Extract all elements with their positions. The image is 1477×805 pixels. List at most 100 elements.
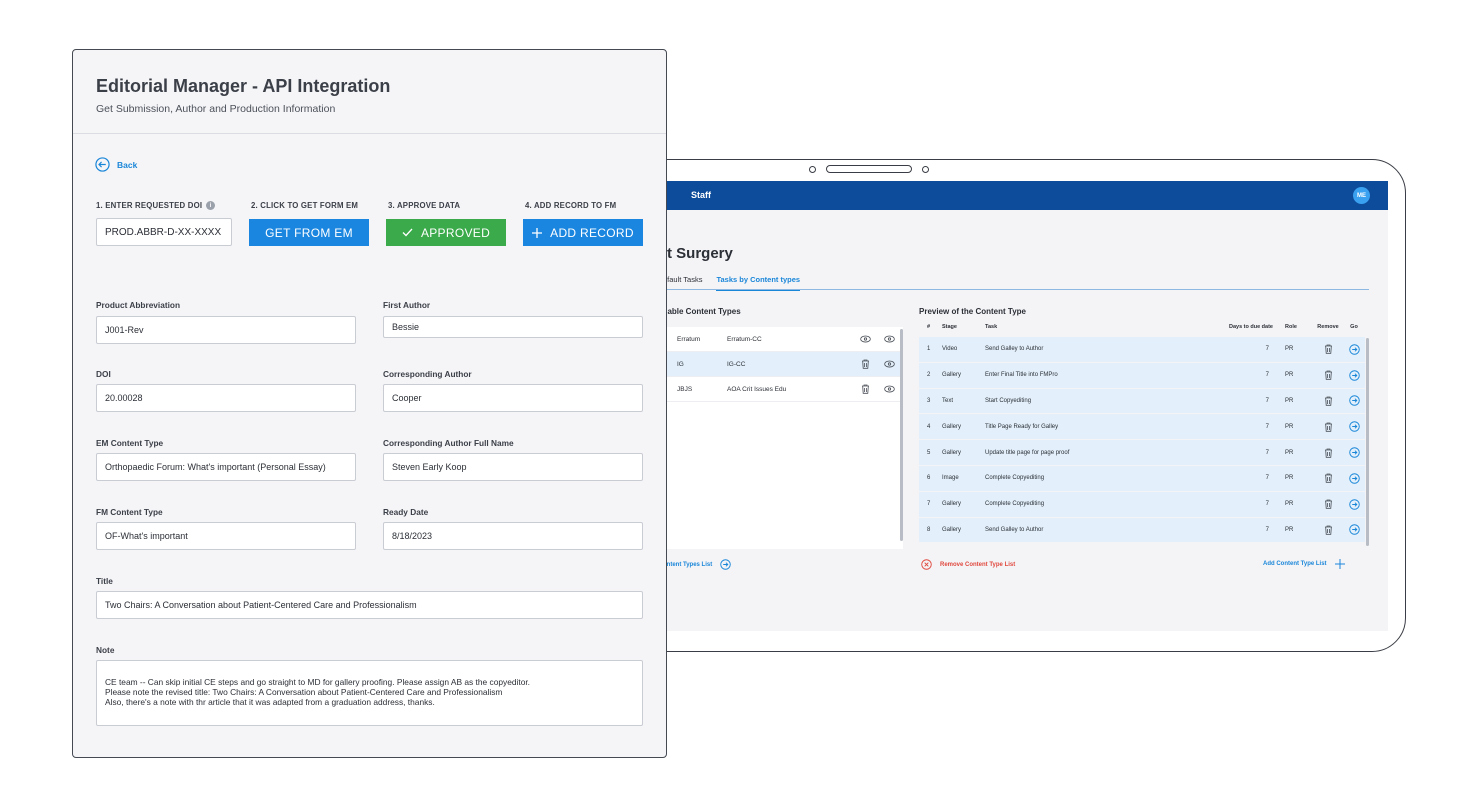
row-stage: Video xyxy=(942,346,958,353)
remove-content-type-list-button[interactable]: Remove Content Type List xyxy=(921,559,1015,570)
tablet-screen: Staff ME t Surgery efault Tasks Tasks by… xyxy=(601,181,1388,631)
corresponding-author-full-name-field[interactable] xyxy=(383,453,643,481)
row-days: 7 xyxy=(1265,449,1269,456)
table-row[interactable]: 2 Gallery Enter Final Title into FMPro 7 PR xyxy=(919,362,1365,389)
table-row[interactable]: 4 Gallery Title Page Ready for Galley 7 PR xyxy=(919,414,1365,441)
content-code: Erratum xyxy=(677,335,701,343)
table-row[interactable]: 6 Image Complete Copyediting 7 PR xyxy=(919,465,1365,492)
step-3-label: 3. APPROVE DATA xyxy=(388,201,461,210)
row-days: 7 xyxy=(1265,475,1269,482)
step-2-label: 2. CLICK TO GET FORM EM xyxy=(251,201,359,210)
arrow-left-circle-icon xyxy=(95,157,110,172)
row-number: 1 xyxy=(927,346,931,353)
back-label: Back xyxy=(117,159,138,170)
arrow-right-circle-icon[interactable] xyxy=(720,559,731,570)
table-row[interactable]: 3 Text Start Copyediting 7 PR xyxy=(919,388,1365,415)
row-task: Send Galley to Author xyxy=(985,526,1044,533)
add-record-button[interactable]: ADD RECORD xyxy=(523,219,643,246)
close-circle-icon xyxy=(921,559,932,570)
preview-title: Preview of the Content Type xyxy=(919,307,1026,316)
arrow-right-circle-icon[interactable] xyxy=(1343,498,1365,510)
content-types-list-link[interactable]: ontent Types List xyxy=(663,559,731,570)
eye-icon[interactable] xyxy=(877,385,901,393)
row-role: PR xyxy=(1285,501,1294,508)
ready-date-field[interactable] xyxy=(383,522,643,550)
row-number: 4 xyxy=(927,423,931,430)
trash-icon[interactable] xyxy=(1313,499,1343,509)
doi-field[interactable] xyxy=(96,384,356,412)
title-field[interactable] xyxy=(96,591,643,619)
arrow-right-circle-icon[interactable] xyxy=(1343,344,1365,355)
arrow-right-circle-icon[interactable] xyxy=(1343,395,1365,407)
add-content-type-list-button[interactable]: Add Content Type List xyxy=(1263,559,1345,569)
arrow-right-circle-icon[interactable] xyxy=(1343,369,1365,381)
note-textarea[interactable]: CE team -- Can skip initial CE steps and… xyxy=(96,660,643,726)
available-content-types-title: ilable Content Types xyxy=(663,307,741,316)
row-role: PR xyxy=(1285,372,1294,379)
arrow-right-circle-icon[interactable] xyxy=(1343,421,1365,433)
trash-icon[interactable] xyxy=(1313,370,1343,380)
corresponding-author-label: Corresponding Author xyxy=(383,369,472,379)
row-task: Complete Copyediting xyxy=(985,475,1045,482)
note-line: Please note the revised title: Two Chair… xyxy=(105,687,503,697)
row-task: Start Copyediting xyxy=(985,397,1032,404)
row-task: Title Page Ready for Galley xyxy=(985,423,1059,430)
row-stage: Gallery xyxy=(942,423,962,430)
row-days: 7 xyxy=(1265,346,1269,353)
table-row[interactable]: 7 Gallery Complete Copyediting 7 PR xyxy=(919,491,1365,518)
nav-staff[interactable]: Staff xyxy=(691,190,711,200)
approved-label: APPROVED xyxy=(420,225,491,240)
list-item[interactable]: / Erratum Erratum-CC xyxy=(663,327,903,352)
row-number: 5 xyxy=(927,449,931,456)
list-item[interactable]: / JBJS AOA Crit Issues Edu xyxy=(663,377,903,402)
trash-icon[interactable] xyxy=(853,359,877,369)
note-label: Note xyxy=(96,645,115,655)
row-role: PR xyxy=(1285,346,1294,353)
product-abbreviation-field[interactable] xyxy=(96,316,356,344)
list-item[interactable]: / IG IG-CC xyxy=(663,352,903,377)
approved-button[interactable]: APPROVED xyxy=(386,219,506,246)
row-days: 7 xyxy=(1265,423,1269,430)
info-icon[interactable]: i xyxy=(206,201,216,210)
requested-doi-input[interactable] xyxy=(96,218,232,246)
row-role: PR xyxy=(1285,526,1294,533)
row-role: PR xyxy=(1285,423,1294,430)
back-button[interactable]: Back xyxy=(95,157,137,172)
trash-icon[interactable] xyxy=(1313,473,1343,484)
get-from-em-label: GET FROM EM xyxy=(265,225,353,240)
tablet-camera xyxy=(809,165,929,173)
trash-icon[interactable] xyxy=(1313,448,1343,458)
trash-icon[interactable] xyxy=(853,384,877,394)
card-header: Editorial Manager - API Integration Get … xyxy=(73,50,666,134)
trash-icon[interactable] xyxy=(1313,396,1343,406)
card-subtitle: Get Submission, Author and Production In… xyxy=(96,103,336,115)
scrollbar[interactable] xyxy=(900,329,903,541)
col-role: Role xyxy=(1285,324,1297,330)
em-content-type-field[interactable] xyxy=(96,453,356,481)
trash-icon[interactable] xyxy=(1313,525,1343,535)
fm-content-type-field[interactable] xyxy=(96,522,356,550)
note-line: CE team -- Can skip initial CE steps and… xyxy=(105,677,531,687)
arrow-right-circle-icon[interactable] xyxy=(1343,524,1365,536)
remove-list-label: Remove Content Type List xyxy=(940,561,1016,568)
eye-icon[interactable] xyxy=(877,335,901,343)
table-row[interactable]: 1 Video Send Galley to Author 7 PR xyxy=(919,337,1365,363)
trash-icon[interactable] xyxy=(1313,344,1343,355)
table-row[interactable]: 8 Gallery Send Galley to Author 7 PR xyxy=(919,517,1365,544)
col-stage: Stage xyxy=(942,324,957,330)
scrollbar[interactable] xyxy=(1366,338,1369,546)
eye-icon[interactable] xyxy=(853,335,877,343)
step-4-label: 4. ADD RECORD TO FM xyxy=(525,201,617,210)
first-author-field[interactable] xyxy=(383,316,643,338)
get-from-em-button[interactable]: GET FROM EM xyxy=(249,219,369,246)
check-icon xyxy=(402,228,413,237)
eye-icon[interactable] xyxy=(877,360,901,368)
arrow-right-circle-icon[interactable] xyxy=(1343,447,1365,458)
trash-icon[interactable] xyxy=(1313,422,1343,432)
table-row[interactable]: 5 Gallery Update title page for page proof… xyxy=(919,440,1365,466)
avatar[interactable]: ME xyxy=(1353,187,1370,204)
corresponding-author-field[interactable] xyxy=(383,384,643,412)
add-list-label: Add Content Type List xyxy=(1263,561,1327,567)
available-content-types-list: / Erratum Erratum-CC / IG IG-CC / JBJS A… xyxy=(663,327,903,549)
arrow-right-circle-icon[interactable] xyxy=(1343,473,1365,484)
